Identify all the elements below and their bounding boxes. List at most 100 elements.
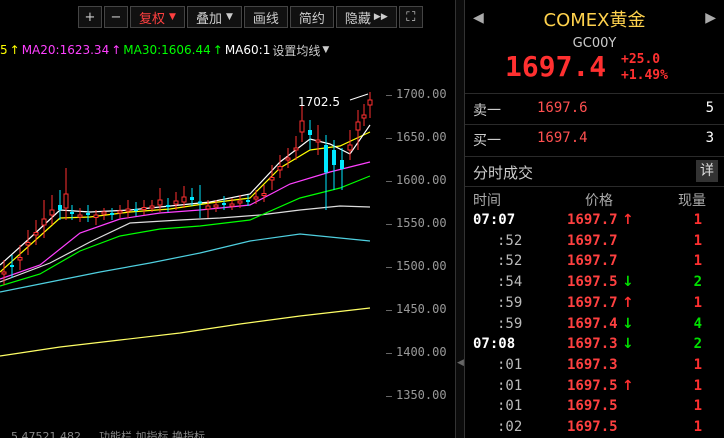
candle-body [222,203,226,205]
candle-body [293,147,299,151]
candle-body [17,257,23,261]
fullscreen-button[interactable]: ⛶ [398,6,423,28]
zoom-out-button[interactable]: − [104,6,128,28]
trades-column-header: 时间 价格 现量 [465,190,724,209]
trade-row: :52 1697.7 1 [465,233,724,251]
sell-one-label: 卖一 [473,103,501,119]
caret-down-icon: ▼ [225,12,233,22]
up-arrow-icon: ↑ [622,294,634,311]
sell-one-price: 1697.6 [537,100,588,116]
down-arrow-icon: ↓ [622,274,634,291]
panel-divider[interactable]: ◀ [455,0,465,438]
axis-tick [386,181,392,182]
axis-tick [386,353,392,354]
candle-body [340,160,344,169]
trade-time: :01 [497,356,523,373]
candle-body [367,99,373,106]
candle-body [277,166,283,171]
zoom-in-button[interactable]: + [78,6,102,28]
candle-body [117,210,123,214]
last-price: 1697.4 [505,50,607,83]
col-qty: 现量 [678,193,706,209]
trade-qty: 1 [693,294,702,311]
candle-body [190,197,194,200]
axis-label: 1350.00 [396,388,447,402]
candle-body [166,205,170,207]
caret-down-icon: ▼ [169,12,176,22]
trade-row: :01 1697.5 1 [465,398,724,416]
brief-button[interactable]: 简约 [289,6,334,28]
trades-header: 分时成交 详 [465,160,724,184]
ma20-value: MA20:1623.34 [21,43,110,57]
overlay-dropdown[interactable]: 叠加 ▼ [186,6,242,28]
ma60-up-arrow-icon: ↑ [212,43,223,57]
price-change-percent: +1.49% [621,68,668,83]
candle-body [93,214,99,218]
candle-body [157,199,163,206]
axis-label: 1400.00 [396,345,447,359]
sell-one-qty: 5 [705,100,714,116]
candle-body [149,205,155,209]
candle-body [332,150,336,165]
axis-label: 1650.00 [396,130,447,144]
candle-body [70,212,74,214]
trade-price: 1697.5 [567,274,618,291]
trade-price: 1697.7 [567,232,618,249]
adjust-dropdown[interactable]: 复权 ▼ [130,6,185,28]
trade-price: 1697.3 [567,356,618,373]
collapse-arrow-icon[interactable]: ◀ [457,358,464,368]
ma30-line [0,175,371,287]
trade-qty: 2 [693,274,702,291]
double-arrow-right-icon: ▶▶ [373,12,388,22]
candle-body [285,157,291,161]
candle-body [347,144,353,151]
trades-title: 分时成交 [473,164,534,182]
candle-body [261,193,267,196]
trade-row: :52 1697.7 1 [465,253,724,271]
candle-body [10,265,14,267]
trade-time: :52 [497,232,523,249]
col-price: 价格 [585,193,613,209]
trade-row: :02 1697.5 1 [465,419,724,437]
candle-body [58,205,62,210]
kline-chart-area[interactable]: + − 复权 ▼ 叠加 ▼ 画线 简约 隐藏 ▶▶ ⛶ 5 ↑ MA20:162… [0,0,455,438]
trade-qty: 1 [693,398,702,415]
trade-qty: 1 [693,356,702,373]
ma5-line [0,124,371,266]
trade-time: :01 [497,377,523,394]
trade-row: :01 1697.3 1 [465,357,724,375]
draw-button[interactable]: 画线 [243,6,288,28]
trade-row: 07:08 1697.3 ↓ 2 [465,336,724,354]
candle-body [49,209,55,216]
ma-settings-link[interactable]: 设置均线 [272,42,320,59]
hide-button[interactable]: 隐藏 ▶▶ [335,6,397,28]
caret-down-icon: ▼ [322,45,330,55]
ma30-value: MA30:1606.44 [123,43,211,57]
trade-qty: 4 [693,315,702,332]
candle-body [237,200,243,204]
trade-time: :01 [497,398,523,415]
candle-body [355,121,361,131]
axis-tick [386,138,392,139]
high-price-annotation: 1702.5 [298,95,340,109]
candle-body [213,204,219,208]
buy-one-label: 买一 [473,133,501,149]
trade-price: 1697.4 [567,315,618,332]
candle-body [141,207,147,210]
candle-body [246,200,250,202]
candle-body [253,196,259,200]
buy-one-qty: 3 [705,130,714,146]
trade-qty: 1 [693,232,702,249]
axis-label: 1700.00 [396,87,447,101]
candle-body [269,177,275,181]
moving-average-legend: 5 ↑ MA20:1623.34 ↑ MA30:1606.44 ↑ MA60:1… [0,41,331,59]
candle-body [299,120,305,133]
trades-detail-button[interactable]: 详 [696,160,718,182]
candle-body [198,201,202,204]
instrument-title: COMEX黄金 [543,10,646,31]
ma10-value-tail: 5 [0,43,8,57]
trade-qty: 1 [693,253,702,270]
trade-time: 07:08 [473,336,516,353]
down-arrow-icon: ↓ [622,336,634,353]
ma60-value: MA60:1 [224,43,271,57]
